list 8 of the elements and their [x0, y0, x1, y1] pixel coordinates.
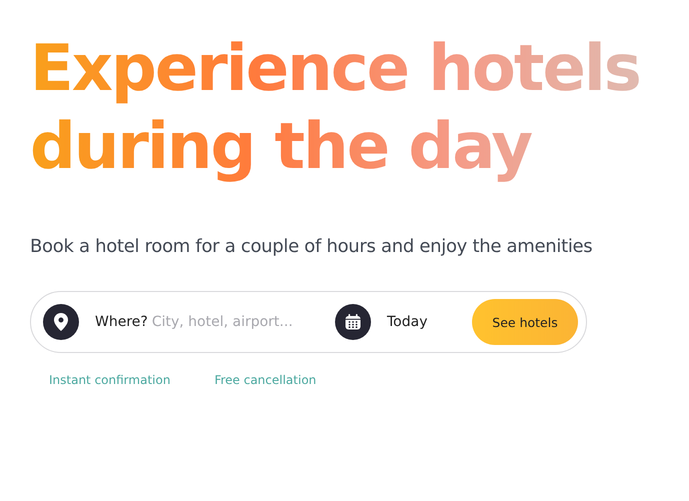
hero-subtitle: Book a hotel room for a couple of hours and enjoy the amenities [30, 236, 594, 257]
date-value[interactable]: Today [387, 314, 471, 330]
see-hotels-button[interactable]: See hotels [472, 299, 578, 345]
calendar-icon[interactable] [335, 304, 371, 340]
feature-label: Instant confirmation [49, 373, 170, 387]
location-pin-icon [43, 304, 79, 340]
feature-label: Free cancellation [214, 373, 316, 387]
location-label: Where? [95, 314, 148, 330]
